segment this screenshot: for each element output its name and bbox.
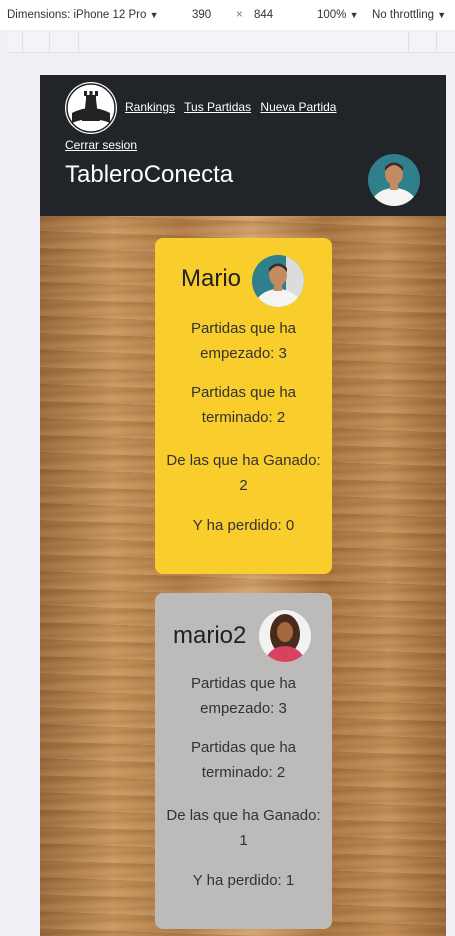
card-header: Mario bbox=[155, 255, 332, 309]
stat-started: Partidas que ha empezado: 3 bbox=[190, 675, 297, 717]
chevron-down-icon: ▼ bbox=[349, 10, 359, 20]
media-query-ruler bbox=[8, 31, 455, 53]
player-card: Mario Partidas que ha empezado: 3 Partid… bbox=[155, 238, 332, 574]
nav-link-nueva-partida[interactable]: Nueva Partida bbox=[260, 100, 336, 114]
user-avatar[interactable] bbox=[368, 154, 420, 206]
brand-title: TableroConecta bbox=[65, 161, 234, 188]
chess-logo-icon[interactable] bbox=[65, 82, 117, 134]
devtools-toolbar: Dimensions: iPhone 12 Pro ▼ 390 × 844 10… bbox=[0, 0, 455, 30]
female-avatar bbox=[259, 610, 311, 662]
male-avatar bbox=[252, 255, 304, 307]
zoom-select[interactable]: 100% ▼ bbox=[317, 9, 359, 21]
stat-lost: Y ha perdido: 1 bbox=[192, 872, 295, 889]
stat-started: Partidas que ha empezado: 3 bbox=[190, 320, 297, 362]
throttling-select[interactable]: No throttling ▼ bbox=[372, 9, 446, 21]
device-dimensions-select[interactable]: Dimensions: iPhone 12 Pro ▼ bbox=[7, 9, 158, 21]
device-viewport: Rankings Tus Partidas Nueva Partida Cerr… bbox=[8, 53, 455, 936]
width-input[interactable]: 390 bbox=[192, 9, 211, 21]
stat-finished: Partidas que ha terminado: 2 bbox=[190, 384, 297, 426]
page: Rankings Tus Partidas Nueva Partida Cerr… bbox=[40, 75, 446, 936]
navbar: Rankings Tus Partidas Nueva Partida Cerr… bbox=[40, 75, 446, 216]
height-input[interactable]: 844 bbox=[254, 9, 273, 21]
player-name: Mario bbox=[181, 265, 242, 292]
player-name: mario2 bbox=[173, 622, 247, 649]
nav-links: Rankings Tus Partidas Nueva Partida bbox=[125, 100, 342, 114]
nav-link-rankings[interactable]: Rankings bbox=[125, 100, 175, 114]
player-card: mario2 Partidas que ha empezado: 3 Parti… bbox=[155, 593, 332, 929]
chevron-down-icon: ▼ bbox=[149, 10, 159, 20]
chevron-down-icon: ▼ bbox=[437, 10, 447, 20]
card-header: mario2 bbox=[155, 610, 332, 664]
stat-finished: Partidas que ha terminado: 2 bbox=[190, 739, 297, 781]
stat-won: De las que ha Ganado: 1 bbox=[166, 807, 321, 849]
logout-link[interactable]: Cerrar sesion bbox=[65, 138, 137, 152]
times-separator: × bbox=[236, 9, 243, 21]
stat-won: De las que ha Ganado: 2 bbox=[166, 452, 321, 494]
stat-lost: Y ha perdido: 0 bbox=[192, 517, 295, 534]
nav-link-tus-partidas[interactable]: Tus Partidas bbox=[184, 100, 251, 114]
